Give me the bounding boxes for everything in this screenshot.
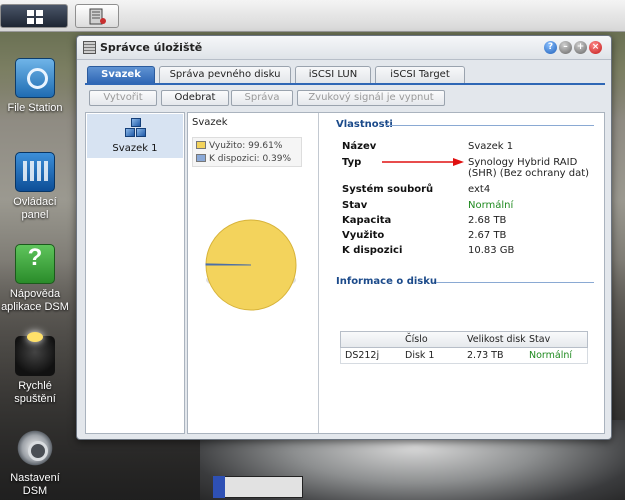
prop-label-name: Název	[342, 141, 377, 152]
legend-used-label: Využito: 99.61%	[209, 141, 283, 151]
desktop-icon-label: Rychlé	[18, 380, 52, 392]
table-row[interactable]: DS212j Disk 1 2.73 TB Normální	[340, 348, 588, 364]
window-title: Správce úložiště	[100, 41, 203, 54]
column-header-size: Velikost disk	[467, 334, 526, 345]
desktop-icon-label-line2: panel	[21, 209, 49, 221]
tab-volume[interactable]: Svazek	[87, 66, 155, 83]
tab-underline	[85, 83, 605, 85]
toolbar: Vytvořit Odebrat Správa Zvukový signál j…	[85, 87, 605, 109]
desktop-icon-dsm-settings[interactable]: Nastavení DSM	[0, 428, 70, 498]
legend-free: K dispozici: 0.39%	[196, 154, 291, 164]
disk-info-heading-line	[436, 282, 594, 283]
magic-hat-icon	[15, 332, 55, 376]
prop-value-filesystem: ext4	[468, 184, 491, 195]
volume-name: Svazek 1	[112, 143, 158, 154]
tab-hdd-management[interactable]: Správa pevného disku	[159, 66, 291, 83]
panel-divider	[318, 113, 319, 433]
desktop-icon-label: Ovládací	[13, 196, 57, 208]
taskbar-storage-manager-button[interactable]	[75, 4, 119, 28]
help-icon	[15, 244, 55, 284]
window-titlebar[interactable]: Správce úložiště ? – + ×	[77, 36, 611, 60]
create-button[interactable]: Vytvořit	[89, 90, 157, 106]
prop-label-status: Stav	[342, 200, 368, 211]
prop-label-available: K dispozici	[342, 245, 403, 256]
gear-icon	[15, 428, 55, 468]
desktop-icon-label-line2: spuštění	[14, 393, 56, 405]
beep-off-button[interactable]: Zvukový signál je vypnut	[297, 90, 445, 106]
volume-list: Svazek 1	[85, 112, 185, 434]
prop-label-used: Využito	[342, 230, 385, 241]
prop-value-type: Synology Hybrid RAID	[468, 157, 578, 168]
file-station-icon	[15, 58, 55, 98]
red-arrow	[382, 158, 464, 166]
volume-list-item[interactable]: Svazek 1	[87, 114, 183, 158]
control-panel-icon	[15, 152, 55, 192]
wallpaper-plate-eu	[213, 476, 225, 498]
prop-value-used: 2.67 TB	[468, 230, 507, 241]
desktop-icon-label: Nápověda	[9, 288, 61, 300]
cell-size: 2.73 TB	[467, 350, 504, 361]
minimize-button[interactable]: –	[559, 41, 572, 54]
disk-info-heading: Informace o disku	[336, 276, 438, 287]
cell-device: DS212j	[345, 350, 380, 361]
prop-value-name: Svazek 1	[468, 141, 514, 152]
desktop-icon-dsm-help[interactable]: Nápověda aplikace DSM	[0, 244, 70, 314]
desktop-icon-label: Nastavení	[10, 472, 60, 484]
desktop-icon-label-line2: aplikace DSM	[1, 301, 69, 313]
cell-number: Disk 1	[405, 350, 435, 361]
prop-value-capacity: 2.68 TB	[468, 215, 507, 226]
prop-value-status: Normální	[468, 200, 514, 211]
prop-value-type-line2: (SHR) (Bez ochrany dat)	[468, 168, 590, 179]
remove-button[interactable]: Odebrat	[161, 90, 229, 106]
volume-details: Svazek Využito: 99.61% K dispozici: 0.39…	[187, 112, 605, 434]
storage-manager-icon	[83, 41, 96, 54]
maximize-button[interactable]: +	[574, 41, 587, 54]
desktop-icon-quick-start[interactable]: Rychlé spuštění	[0, 332, 70, 406]
maximize-icon: +	[576, 42, 585, 52]
grid-icon	[27, 10, 43, 24]
legend-free-label: K dispozici: 0.39%	[209, 154, 292, 164]
prop-label-type: Typ	[342, 157, 362, 168]
usage-pie-chart	[205, 219, 297, 311]
question-icon: ?	[547, 42, 554, 52]
manage-button[interactable]: Správa	[231, 90, 293, 106]
tab-iscsi-target[interactable]: iSCSI Target	[375, 66, 465, 83]
prop-value-available: 10.83 GB	[468, 245, 515, 256]
column-header-status: Stav	[529, 334, 551, 345]
cell-status: Normální	[529, 350, 573, 361]
column-header-number: Číslo	[405, 334, 428, 345]
main-menu-button[interactable]	[0, 4, 68, 28]
tab-iscsi-lun[interactable]: iSCSI LUN	[295, 66, 371, 83]
usage-panel-title: Svazek	[192, 117, 228, 128]
help-button[interactable]: ?	[544, 41, 557, 54]
storage-manager-icon	[89, 8, 106, 25]
desktop-icon-label: File Station	[7, 102, 63, 114]
prop-label-filesystem: Systém souborů	[342, 184, 434, 195]
desktop-icon-file-station[interactable]: File Station	[0, 58, 70, 115]
table-header: Číslo Velikost disk Stav	[340, 331, 588, 348]
close-button[interactable]: ×	[589, 41, 602, 54]
wallpaper-plate	[213, 476, 303, 498]
cubes-icon	[123, 118, 149, 140]
properties-heading: Vlastnosti	[336, 119, 393, 130]
free-swatch	[196, 154, 206, 162]
legend-used: Využito: 99.61%	[196, 141, 282, 151]
desktop-icon-label-line2: DSM	[22, 485, 48, 497]
storage-manager-window: Správce úložiště ? – + × Svazek Správa p…	[76, 35, 612, 440]
prop-label-capacity: Kapacita	[342, 215, 392, 226]
desktop-icon-control-panel[interactable]: Ovládací panel	[0, 152, 70, 222]
taskbar	[0, 0, 625, 32]
minimize-icon: –	[563, 42, 568, 52]
properties-heading-line	[386, 125, 594, 126]
close-icon: ×	[591, 42, 600, 52]
used-swatch	[196, 141, 206, 149]
